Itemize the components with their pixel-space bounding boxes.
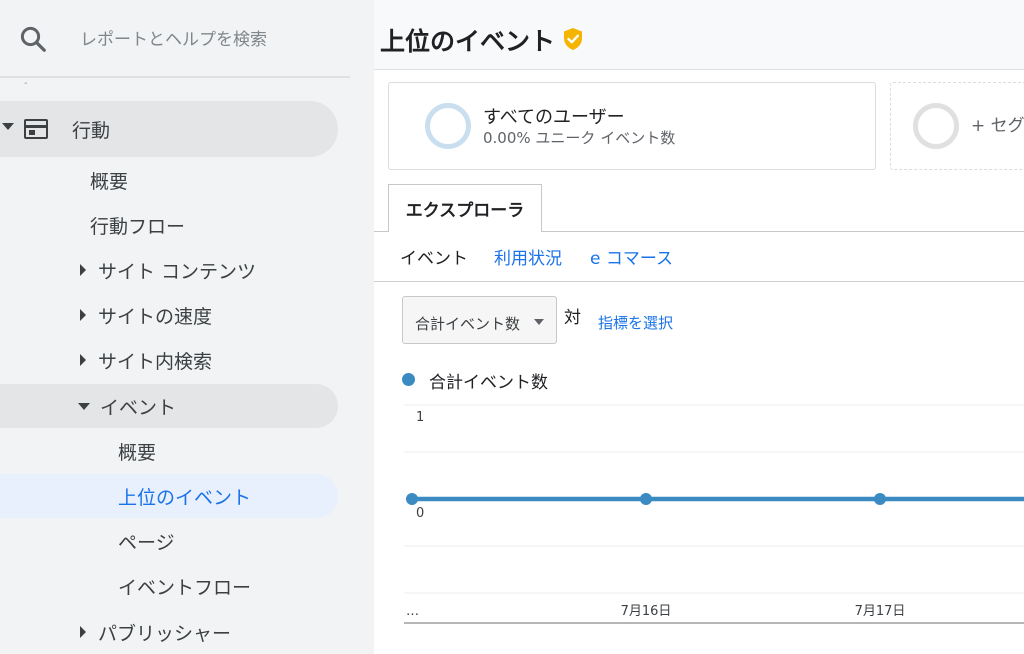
x-tick-label: 7月17日 — [855, 604, 906, 619]
scroll-indicator: - — [24, 78, 28, 89]
sidebar-item-label: サイト コンテンツ — [98, 260, 257, 283]
subtab-ecommerce[interactable]: e コマース — [590, 244, 673, 269]
segment-subtext: 0.00% ユニーク イベント数 — [483, 129, 676, 147]
sidebar-item-events-overview[interactable]: 概要 — [118, 429, 156, 473]
tab-label: エクスプローラ — [405, 201, 525, 221]
segment-ring-icon — [425, 103, 471, 149]
add-segment-button[interactable]: + セグ — [890, 82, 1024, 170]
verified-badge-icon — [564, 28, 582, 50]
sidebar-item-behavior-flow[interactable]: 行動フロー — [90, 203, 185, 247]
add-segment-label: + セグ — [971, 116, 1024, 136]
data-point — [406, 493, 418, 505]
sidebar-item-label: パブリッシャー — [98, 622, 232, 645]
caret-right-icon — [80, 354, 86, 366]
caret-right-icon — [80, 626, 86, 638]
sidebar-item-pages[interactable]: ページ — [118, 519, 175, 563]
metric-select[interactable]: 合計イベント数 — [402, 296, 557, 344]
sidebar-item-label: 上位のイベント — [118, 486, 252, 509]
sidebar-section-label: 行動 — [72, 119, 111, 142]
data-point — [640, 493, 652, 505]
tab-explorer[interactable]: エクスプローラ — [388, 184, 542, 232]
sidebar: レポートとヘルプを検索 - 行動 概要 行動フロー サイト コンテンツ サイトの… — [0, 0, 374, 654]
y-tick-label: 0 — [416, 506, 424, 521]
sidebar-item-label: 行動フロー — [90, 215, 186, 238]
segment-name: すべてのユーザー — [483, 107, 625, 128]
metric-select-value: 合計イベント数 — [415, 315, 521, 333]
sidebar-item-site-search[interactable]: サイト内検索 — [80, 338, 212, 382]
sidebar-item-site-content[interactable]: サイト コンテンツ — [80, 248, 256, 292]
sidebar-item-top-events[interactable]: 上位のイベント — [0, 474, 338, 518]
page-title: 上位のイベント — [380, 27, 556, 56]
search-input[interactable]: レポートとヘルプを検索 — [80, 25, 267, 50]
caret-down-icon — [2, 123, 14, 130]
legend-label: 合計イベント数 — [429, 373, 548, 393]
segment-empty-ring-icon — [913, 103, 959, 149]
x-tick-label: … — [406, 604, 419, 619]
sidebar-item-label: サイトの速度 — [98, 305, 213, 328]
main-content: 上位のイベント すべてのユーザー 0.00% ユニーク イベント数 + セグ エ… — [374, 0, 1024, 654]
subtab-usage[interactable]: 利用状況 — [494, 244, 562, 269]
behavior-window-icon — [24, 119, 48, 139]
sidebar-item-publisher[interactable]: パブリッシャー — [80, 610, 231, 654]
segment-all-users[interactable]: すべてのユーザー 0.00% ユニーク イベント数 — [388, 82, 876, 170]
subtab-divider — [374, 281, 1024, 282]
search-icon — [20, 26, 46, 52]
sidebar-item-overview[interactable]: 概要 — [90, 158, 128, 202]
caret-right-icon — [80, 264, 86, 276]
chevron-down-icon — [534, 319, 544, 325]
sidebar-item-events[interactable]: イベント — [0, 384, 338, 428]
sidebar-item-label: 概要 — [90, 170, 129, 193]
x-tick-label: 7月16日 — [621, 604, 672, 619]
select-metric-link[interactable]: 指標を選択 — [598, 312, 673, 333]
sidebar-item-label: ページ — [118, 531, 175, 554]
sidebar-item-label: イベント — [100, 396, 177, 419]
sidebar-item-label: 概要 — [118, 441, 157, 464]
sidebar-item-site-speed[interactable]: サイトの速度 — [80, 293, 212, 337]
y-tick-label: 1 — [416, 410, 424, 425]
legend-dot — [402, 373, 415, 386]
title-bar: 上位のイベント — [374, 0, 1024, 70]
subtab-events[interactable]: イベント — [400, 244, 468, 269]
report-search[interactable]: レポートとヘルプを検索 — [0, 0, 350, 78]
caret-right-icon — [80, 309, 86, 321]
sidebar-item-label: イベントフロー — [118, 576, 252, 599]
data-point — [874, 493, 886, 505]
line-chart: 1 0 … 7月16日 7月17日 — [404, 404, 1024, 624]
caret-down-icon — [78, 402, 90, 410]
sidebar-item-event-flow[interactable]: イベントフロー — [118, 564, 251, 608]
sidebar-section-behavior[interactable]: 行動 — [0, 101, 338, 157]
versus-label: 対 — [564, 308, 581, 328]
sidebar-item-label: サイト内検索 — [98, 350, 213, 373]
